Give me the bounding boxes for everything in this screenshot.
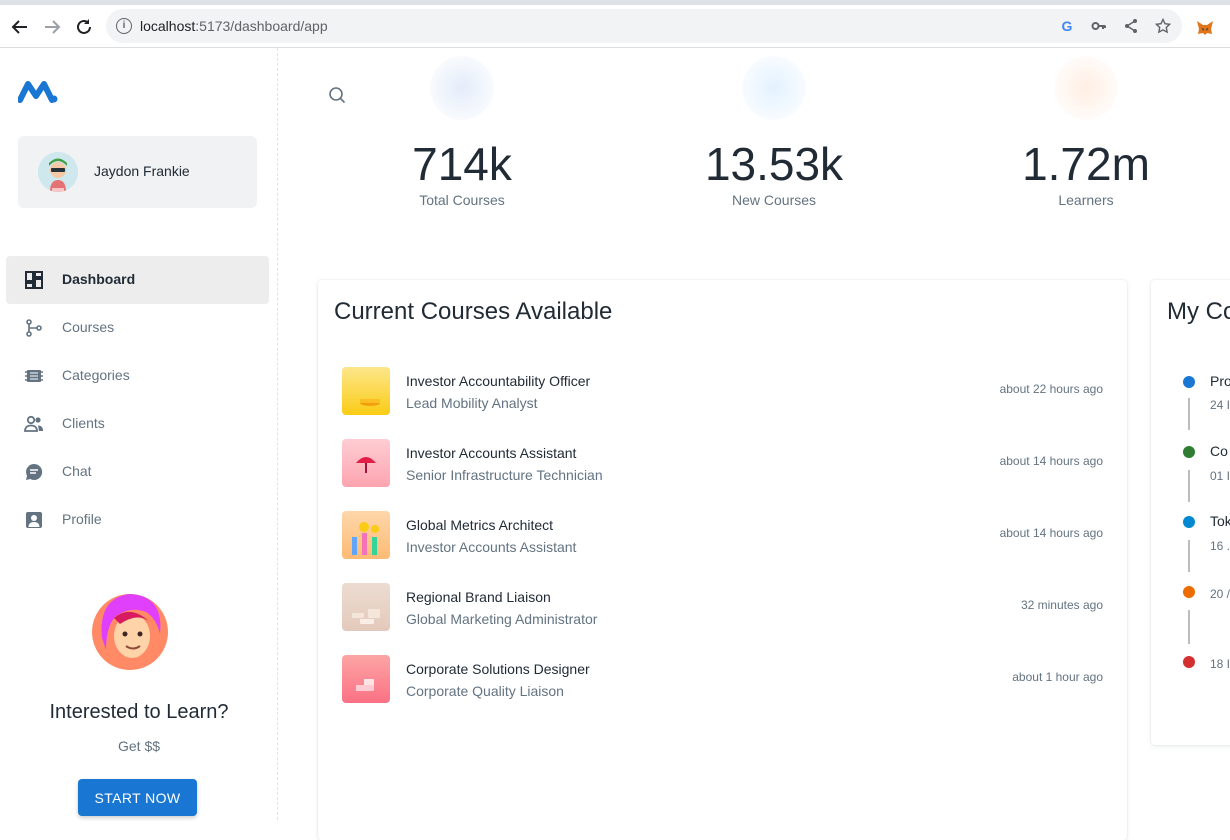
course-subtitle: Investor Accounts Assistant (406, 539, 577, 555)
sidebar-item-courses[interactable]: Courses (6, 304, 269, 352)
course-thumbnail (342, 439, 390, 487)
promo-illustration (90, 588, 170, 674)
timeline-connector (1188, 540, 1190, 572)
stat-learners: 1.72m Learners (966, 56, 1206, 208)
course-thumbnail (342, 655, 390, 703)
account-name: Jaydon Frankie (94, 163, 190, 179)
key-icon[interactable] (1090, 17, 1108, 35)
timeline-dot (1183, 376, 1195, 388)
sidebar-item-label: Chat (62, 463, 92, 479)
timeline-dot (1183, 516, 1195, 528)
bookmark-star-icon[interactable] (1154, 17, 1172, 35)
promo-subtitle: Get $$ (117, 738, 161, 754)
url-text: localhost:5173/dashboard/app (140, 18, 328, 34)
stat-icon (742, 56, 806, 120)
site-info-icon[interactable]: i (116, 18, 132, 34)
reload-icon[interactable] (71, 14, 97, 40)
timeline-date: 20 / (1210, 587, 1230, 601)
timeline-title: Co (1210, 443, 1228, 459)
current-courses-card: Current Courses Available Investor Accou… (318, 280, 1127, 840)
course-subtitle: Corporate Quality Liaison (406, 683, 564, 699)
timeline-title: Tok (1210, 513, 1230, 529)
course-time: about 1 hour ago (1012, 670, 1103, 684)
list-item[interactable]: Corporate Solutions Designer Corporate Q… (342, 655, 1103, 703)
address-bar[interactable]: i localhost:5173/dashboard/app G (106, 9, 1182, 43)
clients-icon (24, 414, 44, 434)
nav-list: Dashboard Courses Categories Clients Cha… (6, 256, 269, 544)
course-name: Corporate Solutions Designer (406, 661, 590, 677)
timeline-connector (1188, 610, 1190, 644)
course-thumbnail (342, 583, 390, 631)
app-logo[interactable] (17, 80, 58, 109)
list-item[interactable]: Investor Accountability Officer Lead Mob… (342, 367, 1103, 415)
dashboard-icon (24, 270, 44, 290)
course-time: 32 minutes ago (1020, 598, 1103, 612)
timeline-date: 18 I (1210, 657, 1230, 671)
chat-icon (24, 462, 44, 482)
stat-value: 13.53k (704, 138, 844, 190)
timeline-title: Pro (1210, 373, 1230, 389)
course-subtitle: Global Marketing Administrator (406, 611, 598, 627)
stat-new-courses: 13.53k New Courses (654, 56, 894, 208)
sidebar-item-label: Courses (62, 319, 115, 335)
courses-icon (24, 318, 44, 338)
timeline-connector (1188, 398, 1190, 430)
metamask-extension-icon[interactable] (1194, 17, 1216, 39)
sidebar: Jaydon Frankie Dashboard Courses Categor… (0, 48, 278, 820)
stat-icon (430, 56, 494, 120)
card-title: My Co (1167, 298, 1230, 325)
timeline-connector (1188, 470, 1190, 502)
card-title: Current Courses Available (334, 298, 613, 325)
stat-total-courses: 714k Total Courses (342, 56, 582, 208)
list-item[interactable]: Global Metrics Architect Investor Accoun… (342, 511, 1103, 559)
course-name: Investor Accountability Officer (406, 373, 591, 389)
timeline-date: 16 . (1210, 539, 1230, 553)
categories-icon (24, 366, 44, 386)
course-thumbnail (342, 367, 390, 415)
course-name: Investor Accounts Assistant (406, 445, 577, 461)
share-icon[interactable] (1122, 17, 1140, 35)
course-name: Global Metrics Architect (406, 517, 554, 533)
stat-value: 714k (412, 138, 512, 190)
sidebar-item-dashboard[interactable]: Dashboard (6, 256, 269, 304)
list-item[interactable]: Investor Accounts Assistant Senior Infra… (342, 439, 1103, 487)
course-time: about 14 hours ago (999, 526, 1103, 540)
timeline-dot (1183, 656, 1195, 668)
timeline-dot (1183, 446, 1195, 458)
timeline-date: 24 I (1210, 398, 1230, 412)
stat-value: 1.72m (1022, 138, 1150, 190)
profile-icon (24, 510, 44, 530)
sidebar-item-chat[interactable]: Chat (6, 448, 269, 496)
stat-label: Total Courses (419, 192, 505, 208)
google-icon[interactable]: G (1058, 17, 1076, 35)
list-item[interactable]: Regional Brand Liaison Global Marketing … (342, 583, 1103, 631)
sidebar-item-label: Profile (62, 511, 102, 527)
browser-toolbar: i localhost:5173/dashboard/app G (0, 0, 1230, 48)
sidebar-item-categories[interactable]: Categories (6, 352, 269, 400)
my-courses-card: My Co Pro 24 I Co 01 I Tok 16 . 20 / 18 … (1151, 280, 1230, 745)
course-subtitle: Lead Mobility Analyst (406, 395, 538, 411)
sidebar-item-profile[interactable]: Profile (6, 496, 269, 544)
back-icon[interactable] (7, 14, 33, 40)
stat-icon (1054, 56, 1118, 120)
timeline-dot (1183, 586, 1195, 598)
sidebar-item-clients[interactable]: Clients (6, 400, 269, 448)
account-card[interactable]: Jaydon Frankie (18, 136, 257, 208)
sidebar-item-label: Categories (62, 367, 130, 383)
sidebar-item-label: Dashboard (62, 271, 136, 287)
forward-icon[interactable] (39, 14, 65, 40)
sidebar-item-label: Clients (62, 415, 105, 431)
timeline-date: 01 I (1210, 469, 1230, 483)
course-time: about 14 hours ago (999, 454, 1103, 468)
start-now-button[interactable]: START NOW (78, 779, 197, 816)
avatar (38, 152, 78, 192)
stat-label: Learners (1058, 192, 1114, 208)
course-time: about 22 hours ago (999, 382, 1103, 396)
course-subtitle: Senior Infrastructure Technician (406, 467, 603, 483)
course-thumbnail (342, 511, 390, 559)
course-name: Regional Brand Liaison (406, 589, 551, 605)
stat-label: New Courses (731, 192, 817, 208)
promo-title: Interested to Learn? (49, 701, 229, 723)
